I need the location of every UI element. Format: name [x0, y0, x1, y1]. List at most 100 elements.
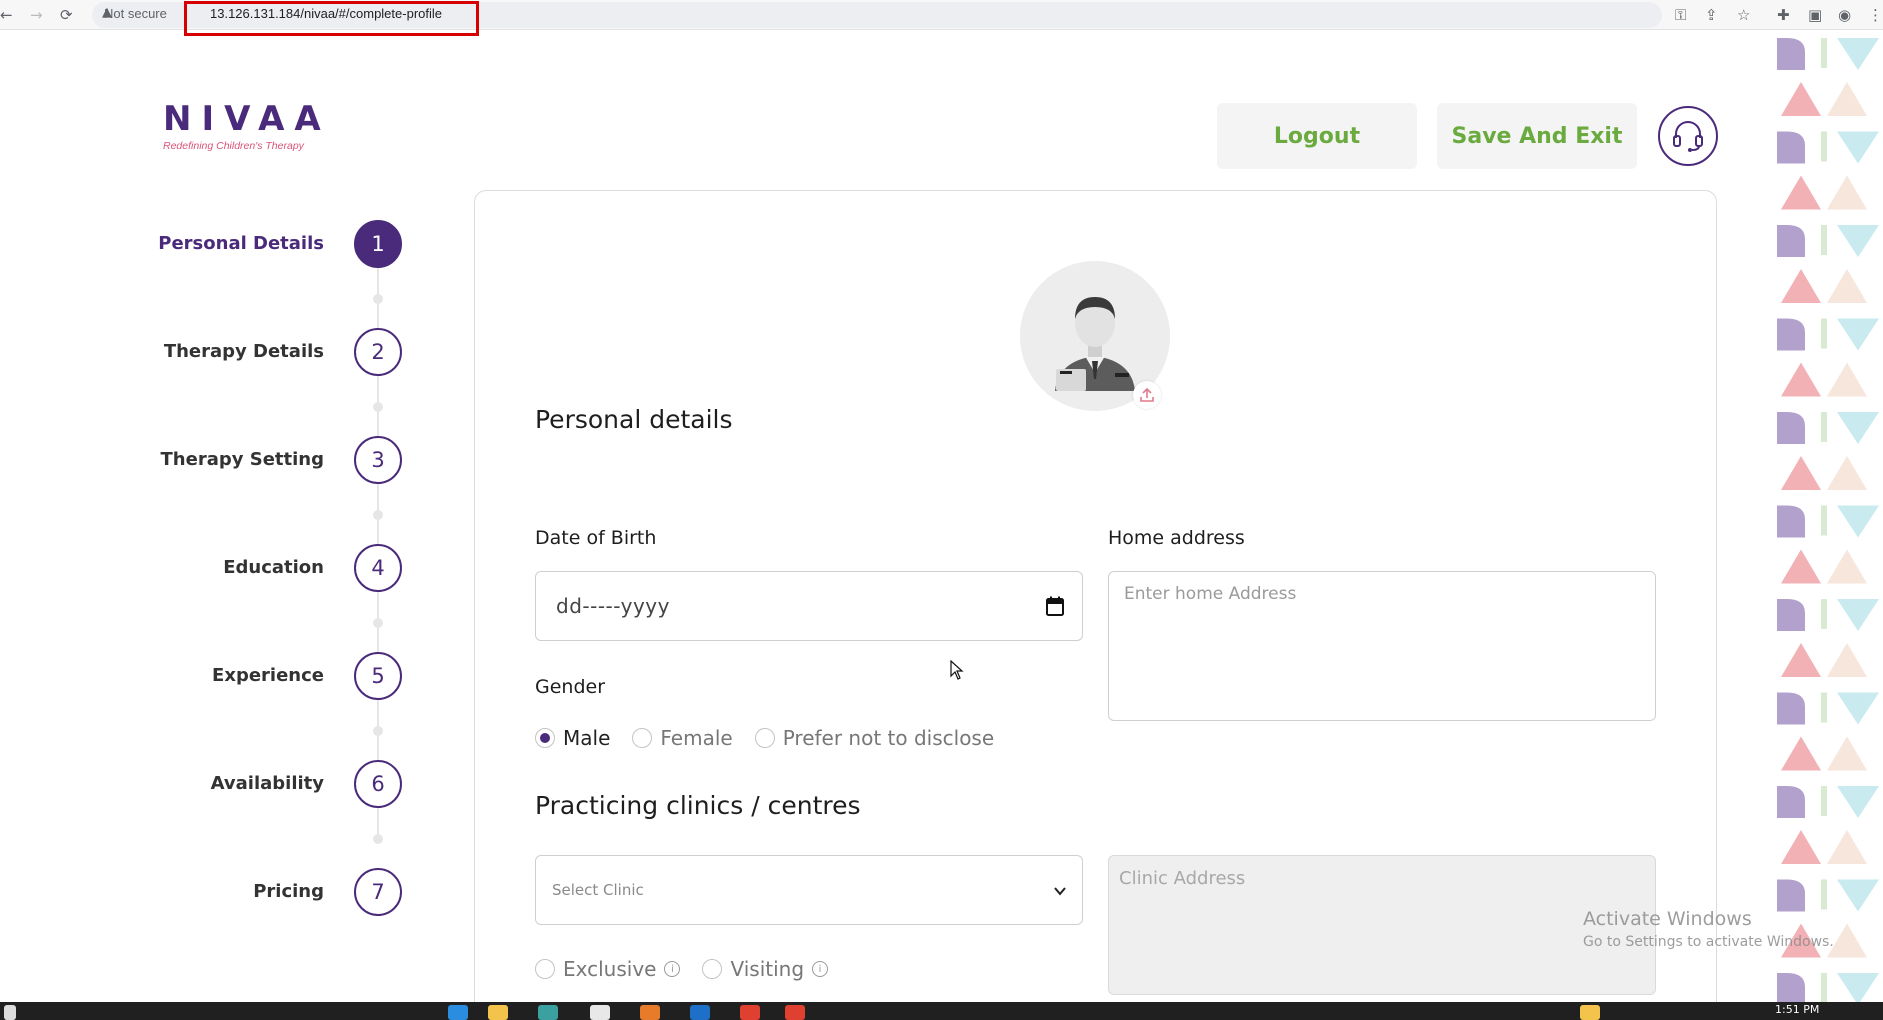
reload-icon[interactable]: ⟳ — [60, 5, 73, 25]
weather-icon[interactable] — [1580, 1005, 1600, 1020]
pattern-purple-shape — [1777, 973, 1805, 1002]
step-therapy-setting[interactable]: Therapy Setting 3 — [150, 436, 410, 486]
gender-label: Gender — [535, 676, 606, 698]
visiting-radio[interactable] — [702, 959, 723, 979]
pattern-pink-triangle — [1781, 269, 1821, 303]
share-icon[interactable]: ⇪ — [1705, 5, 1718, 25]
back-icon[interactable]: ← — [0, 5, 13, 25]
gender-radio-group: Male Female Prefer not to disclose — [535, 726, 1016, 750]
calendar-icon[interactable] — [1046, 596, 1064, 616]
activate-windows-title: Activate Windows — [1583, 908, 1752, 930]
visiting-info-icon[interactable]: i — [812, 961, 829, 977]
start-icon[interactable] — [4, 1005, 16, 1020]
folder-icon[interactable] — [488, 1005, 508, 1020]
step-number: 5 — [354, 652, 402, 700]
logout-button[interactable]: Logout — [1217, 103, 1417, 169]
gender-female-label[interactable]: Female — [660, 726, 732, 750]
dob-input[interactable]: dd-----yyyy — [535, 571, 1083, 641]
gender-undisclosed-label[interactable]: Prefer not to disclose — [783, 726, 994, 750]
mouse-cursor-icon — [950, 660, 964, 680]
menu-icon[interactable]: ⋮ — [1868, 5, 1883, 25]
step-therapy-details[interactable]: Therapy Details 2 — [150, 328, 410, 378]
step-education[interactable]: Education 4 — [150, 544, 410, 594]
gender-undisclosed-radio[interactable] — [754, 728, 775, 748]
upload-photo-button[interactable] — [1133, 381, 1161, 409]
pattern-peach-triangle — [1827, 269, 1867, 303]
gender-male-label[interactable]: Male — [563, 726, 610, 750]
extensions-icon[interactable]: ✚ — [1777, 5, 1790, 25]
profile-icon[interactable]: ◉ — [1838, 5, 1851, 25]
pattern-cyan-triangle — [1837, 692, 1879, 725]
pattern-peach-triangle — [1827, 736, 1867, 771]
app-icon[interactable] — [640, 1005, 660, 1020]
nivaa-logo[interactable]: NIVAA Redefining Children's Therapy — [163, 100, 333, 160]
pattern-cyan-triangle — [1837, 879, 1879, 912]
pattern-peach-triangle — [1827, 830, 1867, 864]
exclusive-radio[interactable] — [535, 959, 555, 979]
practicing-clinics-title: Practicing clinics / centres — [535, 791, 861, 820]
visiting-label[interactable]: Visiting — [730, 957, 804, 981]
chevron-down-icon — [1054, 887, 1066, 896]
pattern-green-bar — [1821, 38, 1827, 68]
pattern-green-bar — [1821, 131, 1827, 162]
decorative-pattern — [1775, 30, 1883, 1002]
notepad-icon[interactable] — [590, 1005, 610, 1020]
store-icon[interactable] — [538, 1005, 558, 1020]
pattern-green-bar — [1821, 879, 1827, 910]
step-connector-dot — [373, 402, 383, 412]
profile-form-card: Personal details Date of Birth dd-----yy… — [474, 190, 1717, 1020]
pattern-peach-triangle — [1827, 82, 1867, 116]
taskbar-clock[interactable]: 1:51 PM — [1775, 1003, 1819, 1016]
pattern-pink-triangle — [1781, 456, 1821, 490]
step-label: Therapy Setting — [160, 449, 324, 470]
personal-details-title: Personal details — [535, 405, 733, 434]
step-number: 1 — [354, 220, 402, 268]
step-label: Experience — [212, 665, 324, 686]
gender-female-radio[interactable] — [632, 728, 653, 748]
pattern-purple-shape — [1777, 505, 1805, 538]
app-viewport: ← → ⟳ ▲ Not secure 13.126.131.184/nivaa/… — [0, 0, 1883, 1020]
pattern-pink-triangle — [1781, 736, 1821, 771]
step-connector-dot — [373, 510, 383, 520]
pattern-purple-shape — [1777, 412, 1805, 444]
home-address-textarea[interactable]: Enter home Address — [1108, 571, 1656, 721]
step-label: Therapy Details — [163, 341, 324, 362]
pattern-peach-triangle — [1827, 362, 1867, 397]
pattern-peach-triangle — [1827, 456, 1867, 490]
dob-label: Date of Birth — [535, 527, 657, 549]
step-availability[interactable]: Availability 6 — [150, 760, 410, 810]
pattern-cyan-triangle — [1837, 38, 1879, 70]
url-highlight-box — [184, 1, 479, 36]
step-connector-dot — [373, 726, 383, 736]
pattern-purple-shape — [1777, 879, 1805, 912]
pattern-purple-shape — [1777, 131, 1805, 164]
pattern-cyan-triangle — [1837, 225, 1879, 257]
pattern-green-bar — [1821, 973, 1827, 1002]
exclusive-info-icon[interactable]: i — [664, 961, 681, 977]
key-icon[interactable]: ⚿ — [1675, 5, 1686, 25]
logo-tagline: Redefining Children's Therapy — [163, 140, 304, 152]
profile-avatar[interactable] — [1020, 261, 1170, 411]
step-pricing[interactable]: Pricing 7 — [150, 868, 410, 918]
gender-male-radio[interactable] — [535, 728, 555, 748]
pattern-pink-triangle — [1781, 549, 1821, 584]
step-experience[interactable]: Experience 5 — [150, 652, 410, 702]
forward-icon[interactable]: → — [30, 5, 43, 25]
exclusive-label[interactable]: Exclusive — [563, 957, 656, 981]
sidepanel-icon[interactable]: ▣ — [1808, 5, 1822, 25]
step-personal-details[interactable]: Personal Details 1 — [150, 220, 410, 270]
edge-icon[interactable] — [448, 1005, 468, 1020]
select-clinic-dropdown[interactable]: Select Clinic — [535, 855, 1083, 925]
support-button[interactable] — [1658, 106, 1718, 166]
chrome-icon-2[interactable] — [785, 1005, 805, 1020]
star-icon[interactable]: ☆ — [1737, 5, 1750, 25]
pattern-purple-shape — [1777, 599, 1805, 631]
save-and-exit-button[interactable]: Save And Exit — [1437, 103, 1637, 169]
profile-stepper: Personal Details 1 Therapy Details 2 The… — [150, 190, 410, 950]
pattern-pink-triangle — [1781, 830, 1821, 864]
mail-icon[interactable] — [690, 1005, 710, 1020]
pattern-pink-triangle — [1781, 643, 1821, 677]
step-connector-dot — [373, 618, 383, 628]
chrome-icon[interactable] — [740, 1005, 760, 1020]
pattern-cyan-triangle — [1837, 131, 1879, 164]
